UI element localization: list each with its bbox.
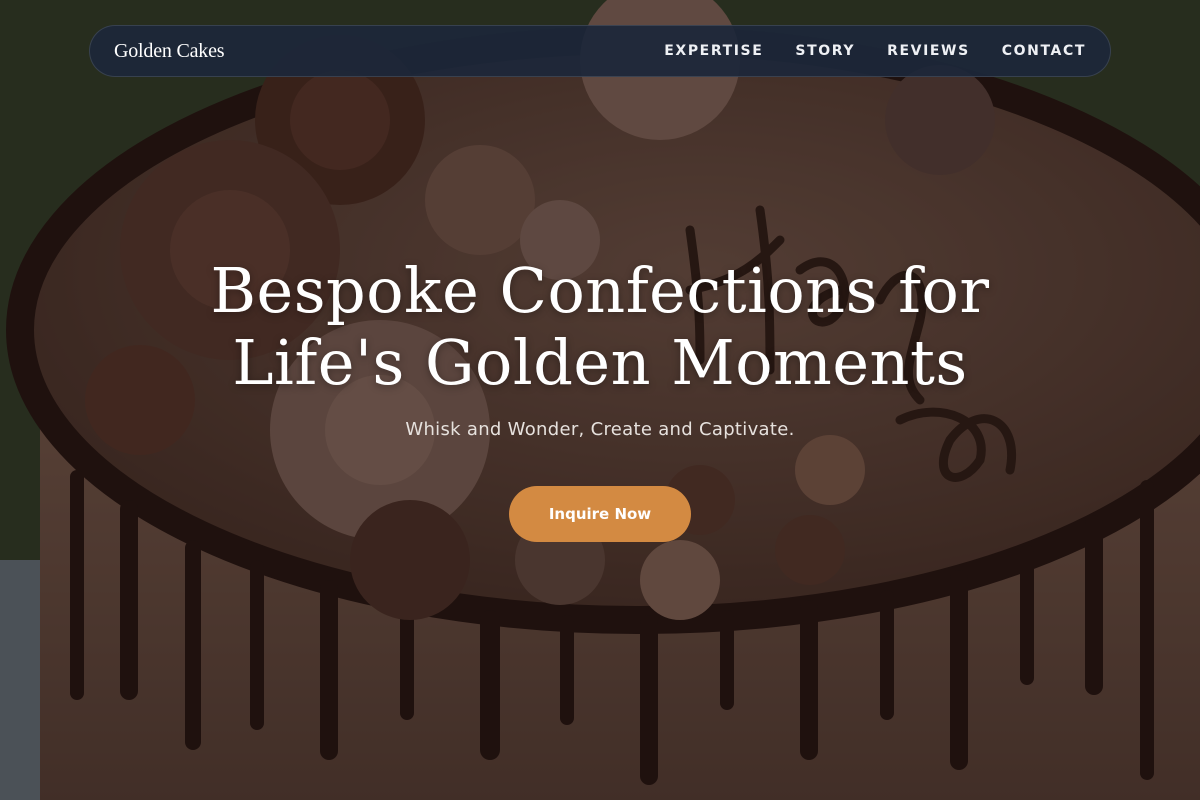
nav-item-contact: CONTACT xyxy=(1002,42,1086,60)
hero-title: Bespoke Confections for Life's Golden Mo… xyxy=(0,255,1200,399)
hero-title-line-1: Bespoke Confections for xyxy=(210,254,990,327)
hero-subtitle: Whisk and Wonder, Create and Captivate. xyxy=(405,419,795,440)
nav-link-reviews[interactable]: REVIEWS xyxy=(887,43,970,59)
nav-item-story: STORY xyxy=(795,42,855,60)
hero-content: Bespoke Confections for Life's Golden Mo… xyxy=(0,255,1200,542)
inquire-now-button[interactable]: Inquire Now xyxy=(509,486,691,542)
brand-logo-link[interactable]: Golden Cakes xyxy=(114,40,225,63)
hero-section: Golden Cakes EXPERTISE STORY REVIEWS CON… xyxy=(0,0,1200,800)
hero-title-line-2: Life's Golden Moments xyxy=(232,326,968,399)
nav-link-contact[interactable]: CONTACT xyxy=(1002,43,1086,59)
top-navbar: Golden Cakes EXPERTISE STORY REVIEWS CON… xyxy=(89,25,1111,77)
nav-link-expertise[interactable]: EXPERTISE xyxy=(664,43,763,59)
nav-item-reviews: REVIEWS xyxy=(887,42,970,60)
nav-link-story[interactable]: STORY xyxy=(795,43,855,59)
nav-item-expertise: EXPERTISE xyxy=(664,42,763,60)
nav-links: EXPERTISE STORY REVIEWS CONTACT xyxy=(664,42,1086,60)
